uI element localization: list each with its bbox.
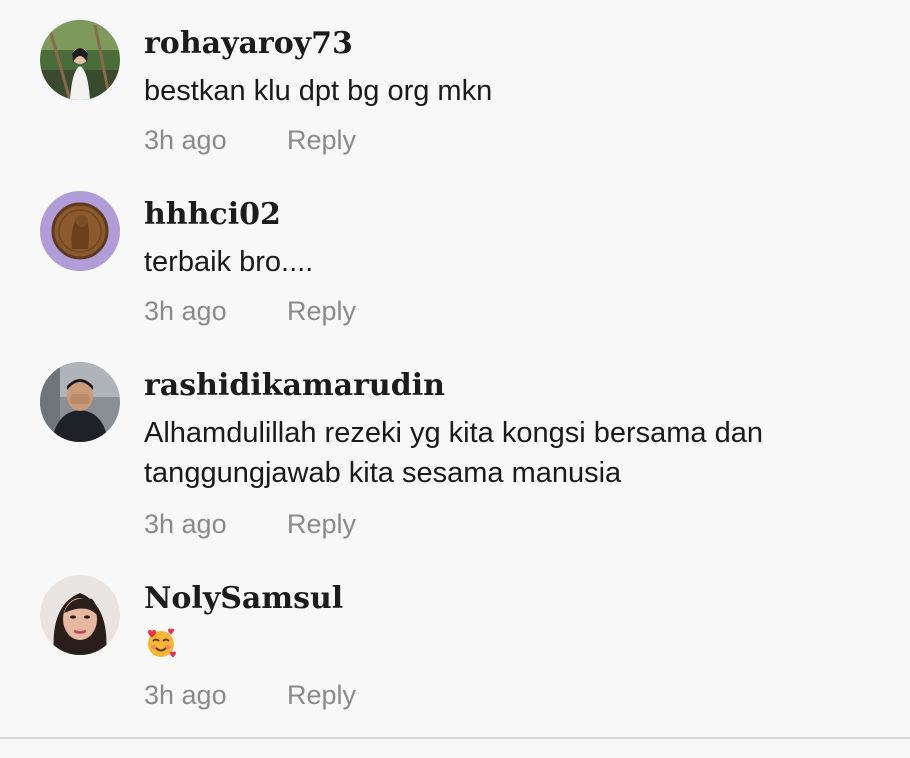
- comment-meta: 3h ago Reply: [144, 124, 356, 156]
- avatar[interactable]: [40, 191, 120, 271]
- smiling-face-with-hearts-icon: [144, 626, 178, 671]
- comment-text: Alhamdulillah rezeki yg kita kongsi bers…: [144, 417, 763, 489]
- avatar[interactable]: [40, 20, 120, 100]
- comment-meta: 3h ago Reply: [144, 679, 356, 711]
- comment-text: bestkan klu dpt bg org mkn: [144, 75, 493, 107]
- username[interactable]: rashidikamarudin: [144, 368, 445, 404]
- reply-button[interactable]: Reply: [287, 295, 356, 327]
- timestamp: 3h ago: [144, 509, 227, 539]
- reply-button[interactable]: Reply: [287, 124, 356, 156]
- username[interactable]: hhhci02: [144, 197, 281, 233]
- timestamp: 3h ago: [144, 125, 227, 155]
- reply-button[interactable]: Reply: [287, 508, 356, 540]
- comment-meta: 3h ago Reply: [144, 295, 356, 327]
- timestamp: 3h ago: [144, 680, 227, 710]
- avatar[interactable]: [40, 362, 120, 442]
- comment-text: [144, 626, 884, 671]
- divider: [0, 737, 910, 739]
- username[interactable]: rohayaroy73: [144, 26, 353, 62]
- timestamp: 3h ago: [144, 296, 227, 326]
- comment-meta: 3h ago Reply: [144, 508, 356, 540]
- username[interactable]: NolySamsul: [144, 581, 343, 617]
- reply-button[interactable]: Reply: [287, 679, 356, 711]
- comment-text: terbaik bro....: [144, 246, 314, 278]
- avatar[interactable]: [40, 575, 120, 655]
